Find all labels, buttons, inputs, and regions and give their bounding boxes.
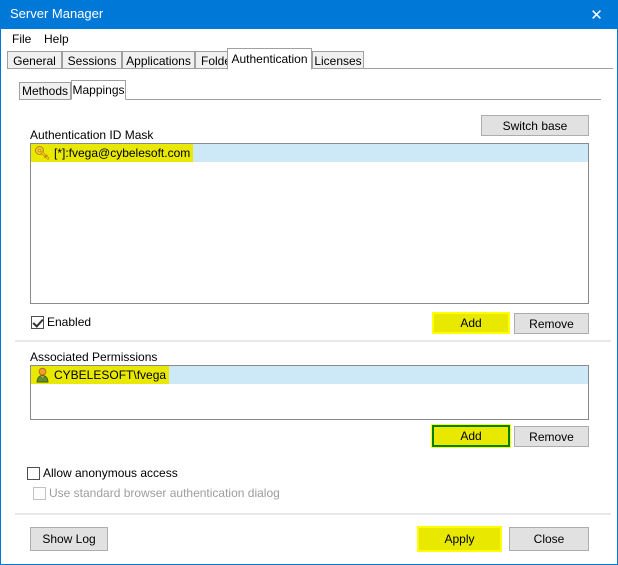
switch-base-button[interactable]: Switch base: [481, 115, 589, 136]
enabled-checkbox[interactable]: Enabled: [31, 315, 91, 329]
checkbox-box: [31, 315, 44, 329]
enabled-checkbox-label: Enabled: [47, 315, 92, 329]
tab-sessions[interactable]: Sessions: [62, 51, 122, 69]
mask-add-button[interactable]: Add: [432, 312, 510, 334]
allow-anonymous-access-checkbox[interactable]: Allow anonymous access: [27, 466, 178, 480]
mappings-tabstrip: Methods Mappings: [19, 80, 601, 100]
menu-bar: File Help: [2, 29, 617, 49]
checkbox-box: [33, 486, 46, 500]
tab-authentication[interactable]: Authentication: [227, 48, 312, 70]
standard-browser-auth-dialog-label: Use standard browser authentication dial…: [49, 486, 280, 500]
tab-licenses[interactable]: Licenses: [312, 51, 364, 69]
show-log-button[interactable]: Show Log: [30, 527, 108, 551]
list-item-highlight: [*]:fvega@cybelesoft.com: [31, 144, 194, 162]
allow-anonymous-access-label: Allow anonymous access: [43, 466, 178, 480]
server-manager-window: Server Manager ✕ File Help General Sessi…: [0, 0, 618, 565]
standard-browser-auth-dialog-checkbox: Use standard browser authentication dial…: [33, 486, 280, 500]
tab-mappings[interactable]: Mappings: [71, 80, 126, 100]
close-button[interactable]: Close: [509, 527, 589, 551]
menu-item-help[interactable]: Help: [40, 31, 73, 47]
list-item-highlight: CYBELESOFT\fvega: [31, 366, 170, 384]
associated-permissions-label: Associated Permissions: [30, 350, 158, 364]
list-item[interactable]: CYBELESOFT\fvega: [31, 366, 588, 384]
key-icon: [35, 146, 50, 160]
checkbox-box: [27, 466, 40, 480]
list-item-label: CYBELESOFT\fvega: [54, 368, 167, 382]
close-icon[interactable]: ✕: [574, 1, 617, 29]
permission-remove-button[interactable]: Remove: [514, 426, 589, 447]
authentication-id-mask-list[interactable]: [*]:fvega@cybelesoft.com: [30, 143, 589, 304]
associated-permissions-list[interactable]: CYBELESOFT\fvega: [30, 365, 589, 420]
title-bar: Server Manager ✕: [1, 1, 617, 29]
permission-add-button[interactable]: Add: [431, 424, 511, 448]
tab-methods[interactable]: Methods: [19, 82, 71, 99]
list-item-label: [*]:fvega@cybelesoft.com: [54, 146, 191, 160]
menu-item-file[interactable]: File: [8, 31, 35, 47]
main-tabstrip: General Sessions Applications Folders Au…: [7, 48, 613, 70]
footer-divider: [15, 513, 611, 515]
apply-button[interactable]: Apply: [417, 526, 502, 552]
section-divider: [15, 340, 611, 342]
authentication-id-mask-label: Authentication ID Mask: [30, 128, 154, 142]
user-icon: [36, 367, 49, 383]
window-title: Server Manager: [10, 6, 104, 21]
list-item[interactable]: [*]:fvega@cybelesoft.com: [31, 144, 588, 162]
mask-remove-button[interactable]: Remove: [514, 313, 589, 334]
tab-general[interactable]: General: [7, 51, 62, 69]
tab-applications[interactable]: Applications: [122, 51, 195, 69]
